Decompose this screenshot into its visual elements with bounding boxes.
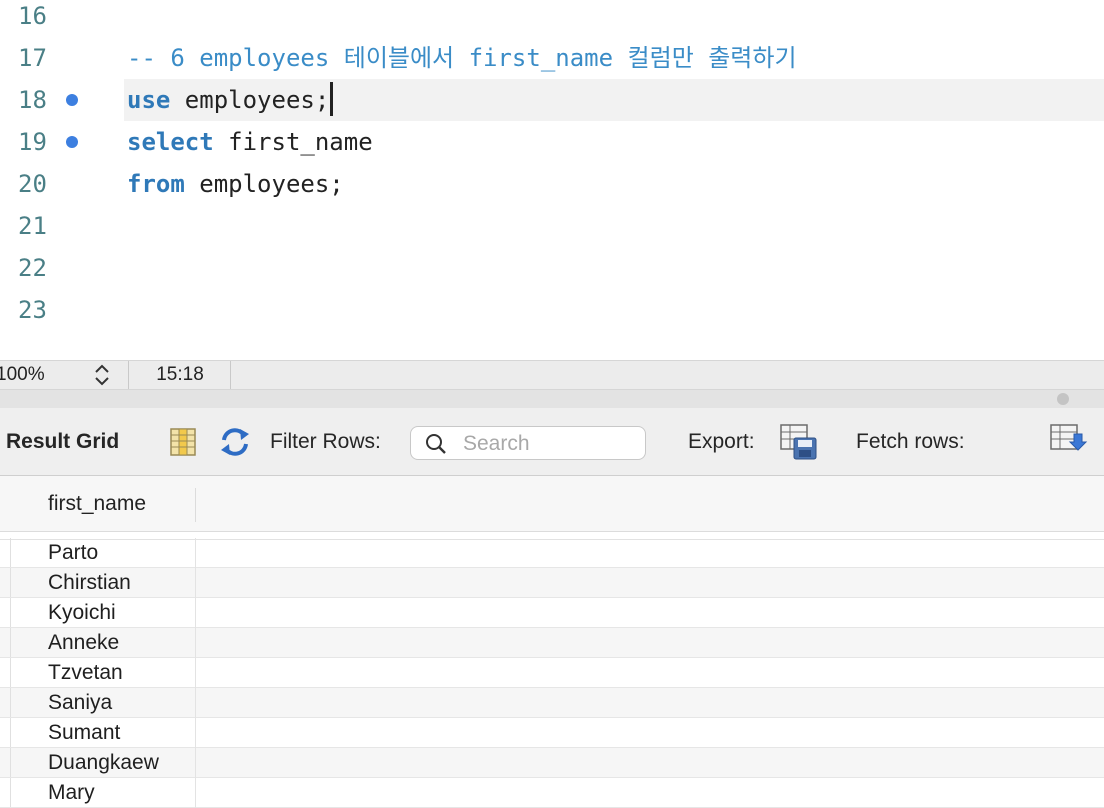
cell-divider — [195, 628, 196, 658]
code-line[interactable]: select first_name — [127, 121, 373, 163]
editor-status-bar: 100% 15:18 — [0, 360, 1104, 390]
table-row[interactable]: Kyoichi — [0, 598, 1104, 628]
row-selector[interactable] — [0, 568, 11, 597]
search-icon — [426, 434, 446, 454]
cell-first-name[interactable]: Duangkaew — [48, 751, 159, 775]
text-caret — [330, 82, 334, 116]
filter-search-box[interactable] — [410, 426, 646, 460]
table-row[interactable]: Duangkaew — [0, 748, 1104, 778]
cell-first-name[interactable]: Anneke — [48, 631, 119, 655]
cell-divider — [195, 538, 196, 568]
filter-rows-label: Filter Rows: — [270, 430, 381, 453]
cell-divider — [195, 778, 196, 808]
cell-first-name[interactable]: Chirstian — [48, 571, 131, 595]
sql-keyword: use — [127, 86, 171, 114]
sql-text: employees; — [170, 86, 330, 114]
line-number: 23 — [18, 296, 47, 324]
column-header-first-name[interactable]: first_name — [48, 492, 146, 516]
table-row[interactable]: Tzvetan — [0, 658, 1104, 688]
cell-first-name[interactable]: Mary — [48, 781, 95, 805]
table-row[interactable]: Saniya — [0, 688, 1104, 718]
cell-first-name[interactable]: Saniya — [48, 691, 112, 715]
sql-keyword: select — [127, 128, 214, 156]
line-number: 16 — [18, 2, 47, 30]
line-number: 22 — [18, 254, 47, 282]
sql-keyword: from — [127, 170, 185, 198]
cell-first-name[interactable]: Parto — [48, 541, 98, 565]
statement-marker-icon[interactable] — [66, 136, 78, 148]
export-label: Export: — [688, 430, 755, 453]
zoom-selector[interactable]: 100% — [0, 361, 129, 389]
refresh-icon[interactable] — [218, 426, 252, 458]
cell-divider — [195, 718, 196, 748]
code-line[interactable]: from employees; — [127, 163, 344, 205]
row-selector[interactable] — [0, 538, 11, 567]
export-icon[interactable] — [780, 424, 818, 460]
cell-divider — [195, 598, 196, 628]
line-number: 21 — [18, 212, 47, 240]
sql-text: first_name — [213, 128, 373, 156]
search-input[interactable] — [461, 431, 641, 457]
table-row[interactable]: Anneke — [0, 628, 1104, 658]
cell-first-name[interactable]: Sumant — [48, 721, 120, 745]
cell-divider — [195, 568, 196, 598]
line-number: 20 — [18, 170, 47, 198]
line-number: 18 — [18, 86, 47, 114]
cell-divider — [195, 748, 196, 778]
cell-divider — [195, 688, 196, 718]
row-selector[interactable] — [0, 628, 11, 657]
row-selector[interactable] — [0, 688, 11, 717]
grid-view-icon[interactable] — [170, 428, 196, 456]
table-row[interactable]: Sumant — [0, 718, 1104, 748]
grid-header: first_name — [0, 476, 1104, 532]
sql-text: employees; — [184, 170, 344, 198]
fetch-rows-icon[interactable] — [1050, 424, 1088, 458]
table-row[interactable]: Mary — [0, 778, 1104, 808]
line-number: 19 — [18, 128, 47, 156]
cell-divider — [195, 658, 196, 688]
table-row[interactable]: Chirstian — [0, 568, 1104, 598]
column-divider[interactable] — [195, 488, 196, 522]
sql-editor[interactable]: 16 17 -- 6 employees 테이블에서 first_name 컬럼만 … — [0, 0, 1104, 360]
row-selector[interactable] — [0, 718, 11, 747]
panel-splitter[interactable] — [0, 390, 1104, 408]
table-row[interactable]: Parto — [0, 538, 1104, 568]
row-selector[interactable] — [0, 748, 11, 777]
cell-first-name[interactable]: Tzvetan — [48, 661, 123, 685]
splitter-handle[interactable] — [1057, 393, 1069, 405]
cell-first-name[interactable]: Kyoichi — [48, 601, 116, 625]
zoom-level: 100% — [0, 364, 45, 385]
row-selector[interactable] — [0, 598, 11, 627]
code-line[interactable]: -- 6 employees 테이블에서 first_name 컬럼만 출력하기 — [127, 37, 797, 79]
sql-comment: -- 6 employees 테이블에서 first_name 컬럼만 출력하기 — [127, 44, 797, 72]
statement-marker-icon[interactable] — [66, 94, 78, 106]
line-number: 17 — [18, 44, 47, 72]
row-selector[interactable] — [0, 778, 11, 807]
result-toolbar: Result Grid Filter Rows: Export: Fetch r… — [0, 408, 1104, 476]
stepper-icon[interactable] — [92, 363, 112, 387]
result-grid-label[interactable]: Result Grid — [6, 430, 119, 454]
row-selector[interactable] — [0, 658, 11, 687]
cursor-position: 15:18 — [130, 361, 231, 389]
code-line[interactable]: use employees; — [127, 79, 334, 121]
fetch-rows-label: Fetch rows: — [856, 430, 965, 453]
